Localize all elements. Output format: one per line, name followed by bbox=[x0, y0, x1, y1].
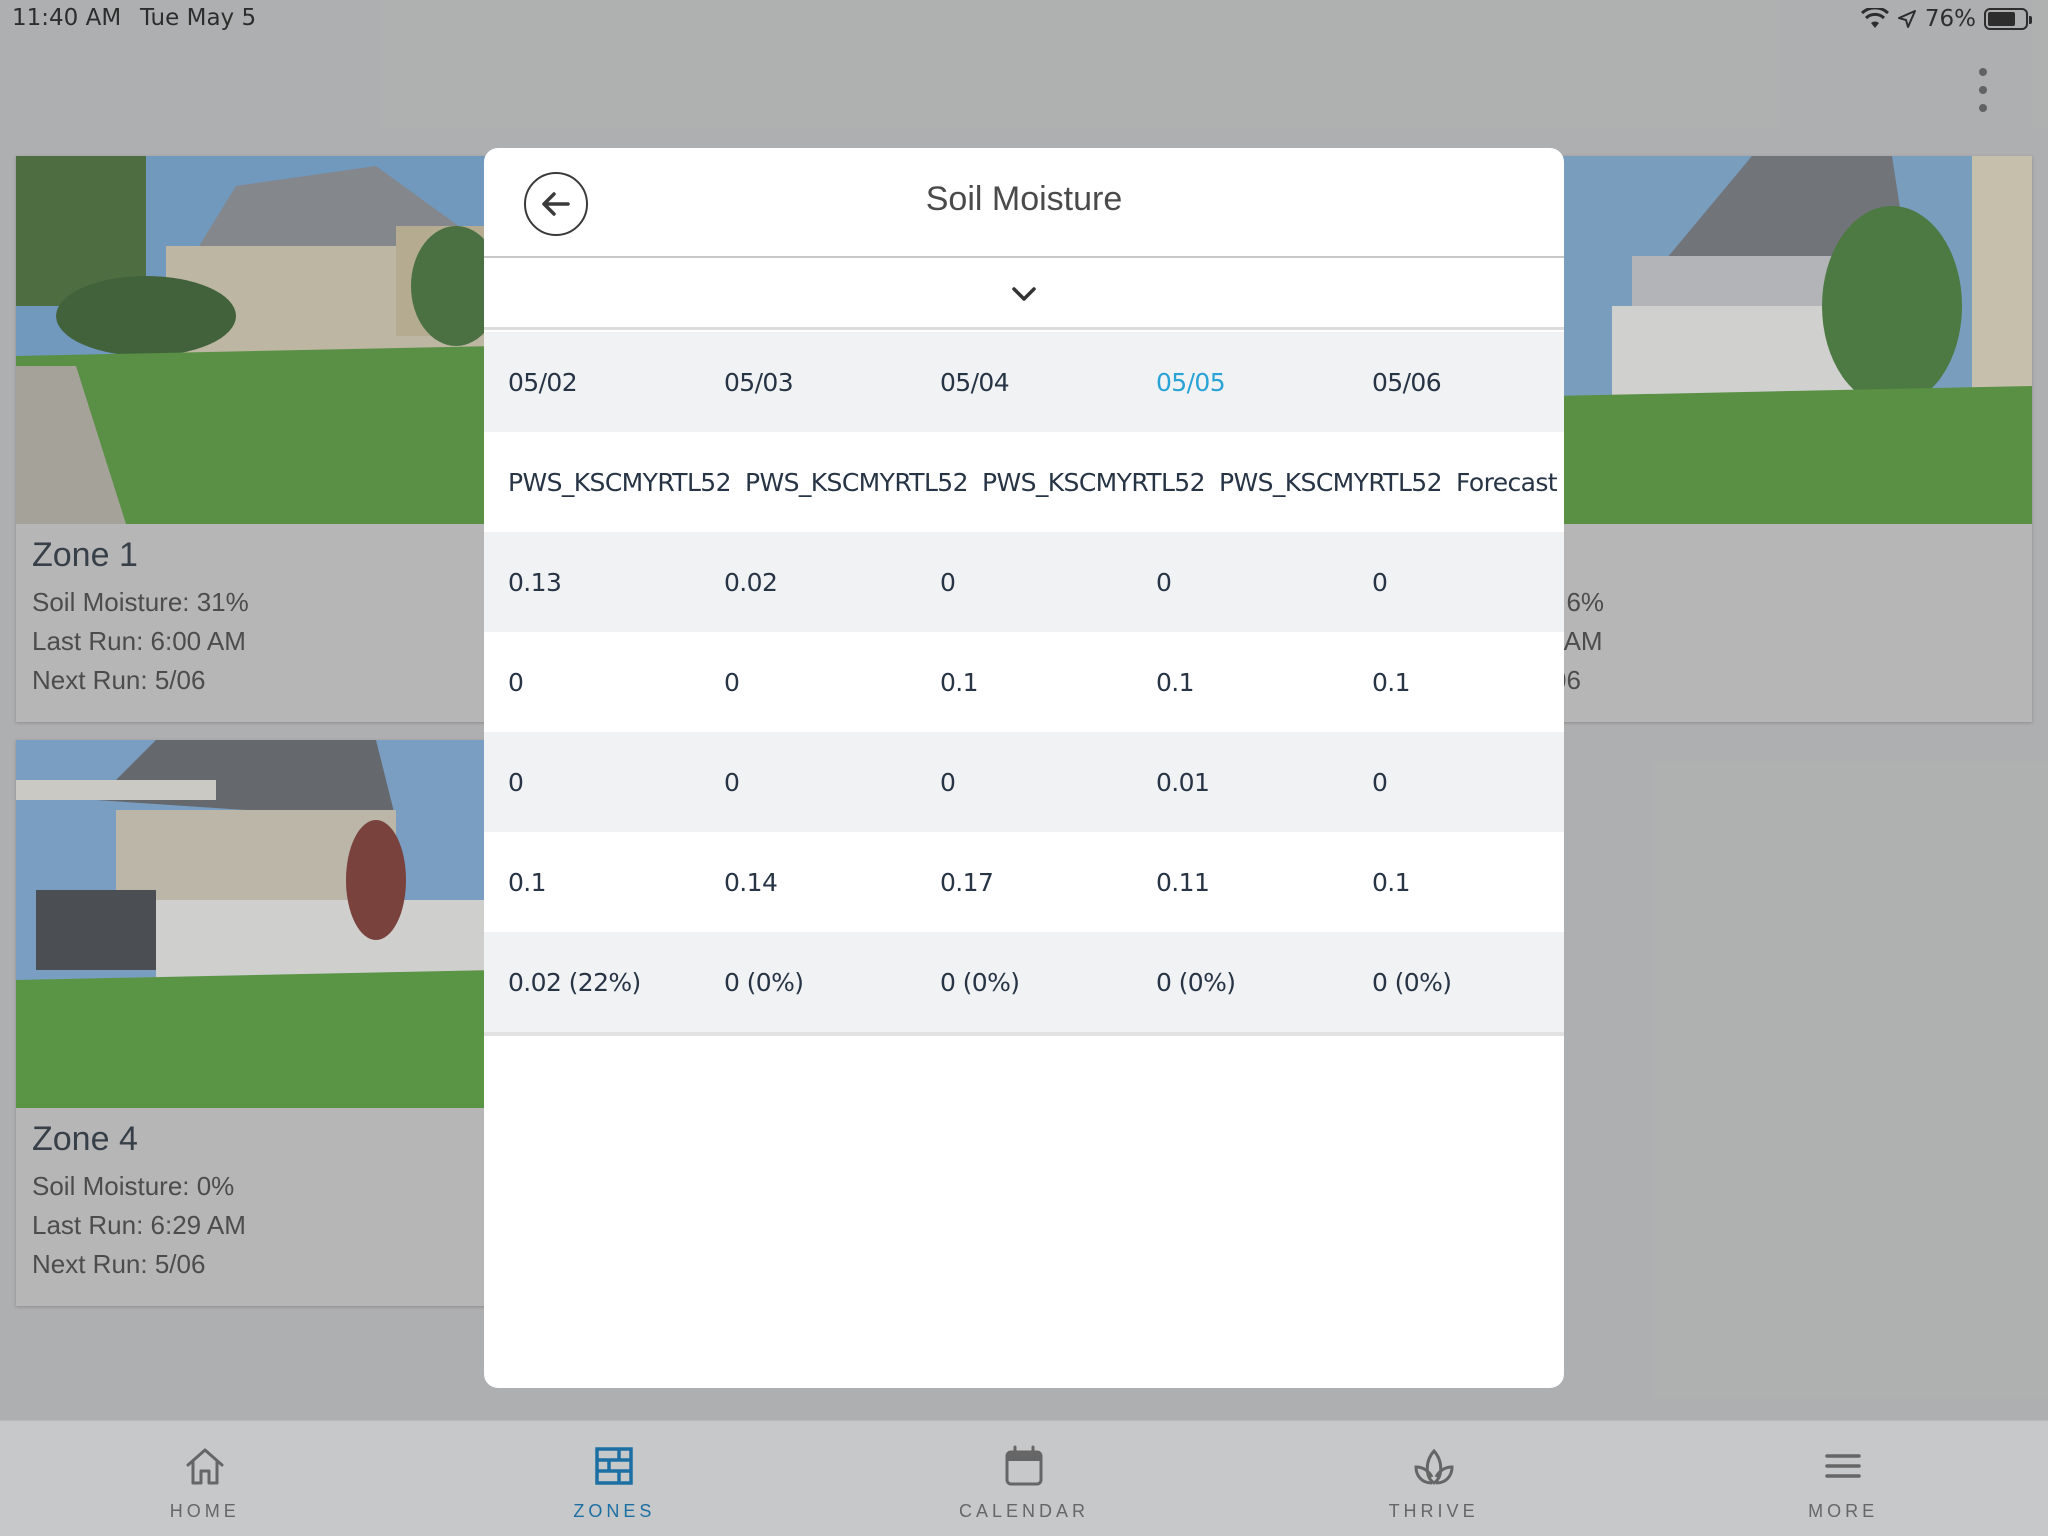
date-cell-today[interactable]: 05/05 bbox=[1132, 368, 1348, 397]
table-cell: 0 (0%) bbox=[1372, 967, 1452, 997]
table-cell: 0.1 bbox=[1372, 867, 1411, 897]
tab-label: THRIVE bbox=[1388, 1501, 1479, 1521]
table-cell: 0 bbox=[940, 767, 956, 797]
collapse-toggle[interactable] bbox=[484, 260, 1564, 330]
table-cell: 0.1 bbox=[1372, 667, 1411, 697]
table-cell: 0 bbox=[1156, 567, 1172, 597]
table-cell: 0.13 bbox=[508, 567, 562, 597]
table-cell: PWS_KSCMYRTL52 bbox=[982, 467, 1205, 497]
table-cell: 0 bbox=[508, 767, 524, 797]
date-cell[interactable]: 05/06 bbox=[1348, 368, 1564, 397]
calendar-icon bbox=[1005, 1445, 1043, 1486]
table-cell: 0 (0%) bbox=[1156, 967, 1236, 997]
table-cell: 0.14 bbox=[724, 867, 778, 897]
table-row: 0.13 0.02 0 0 0 bbox=[484, 532, 1564, 632]
tab-label: HOME bbox=[169, 1501, 240, 1521]
table-cell: 0 (0%) bbox=[940, 967, 1020, 997]
table-row: 0.1 0.14 0.17 0.11 0.1 bbox=[484, 832, 1564, 932]
table-divider bbox=[484, 1032, 1564, 1036]
date-cell[interactable]: 05/03 bbox=[700, 368, 916, 397]
menu-icon bbox=[1825, 1454, 1861, 1478]
table-row: PWS_KSCMYRTL52 PWS_KSCMYRTL52 PWS_KSCMYR… bbox=[484, 432, 1564, 532]
chevron-down-icon bbox=[1012, 286, 1036, 301]
date-cell[interactable]: 05/04 bbox=[916, 368, 1132, 397]
table-cell: 0.17 bbox=[940, 867, 994, 897]
home-icon bbox=[186, 1448, 224, 1485]
tab-zones[interactable]: ZONES bbox=[410, 1421, 820, 1536]
table-cell: 0 bbox=[508, 667, 524, 697]
table-cell: 0.01 bbox=[1156, 767, 1210, 797]
soil-moisture-modal: Soil Moisture 05/02 05/03 05/04 05/05 05… bbox=[484, 148, 1564, 1388]
soil-moisture-table: 05/02 05/03 05/04 05/05 05/06 PWS_KSCMYR… bbox=[484, 332, 1564, 1036]
table-cell: 0.1 bbox=[508, 867, 547, 897]
tab-label: ZONES bbox=[573, 1501, 656, 1521]
table-cell: 0 bbox=[1372, 567, 1388, 597]
table-cell: PWS_KSCMYRTL52 bbox=[1219, 467, 1442, 497]
tab-calendar[interactable]: CALENDAR bbox=[819, 1421, 1229, 1536]
date-row: 05/02 05/03 05/04 05/05 05/06 bbox=[484, 332, 1564, 432]
plant-icon bbox=[1414, 1448, 1454, 1485]
table-cell: 0.1 bbox=[940, 667, 979, 697]
tab-label: MORE bbox=[1808, 1501, 1879, 1521]
modal-header: Soil Moisture bbox=[484, 148, 1564, 258]
table-cell: 0 bbox=[940, 567, 956, 597]
modal-title: Soil Moisture bbox=[925, 180, 1123, 218]
table-row: 0 0 0 0.01 0 bbox=[484, 732, 1564, 832]
table-cell: PWS_KSCMYRTL52 bbox=[508, 467, 731, 497]
tab-home[interactable]: HOME bbox=[0, 1421, 410, 1536]
table-cell: 0 (0%) bbox=[724, 967, 804, 997]
table-row: 0.02 (22%) 0 (0%) 0 (0%) 0 (0%) 0 (0%) bbox=[484, 932, 1564, 1032]
bottom-tab-bar: HOME ZONES CALENDAR THRIVE MORE bbox=[0, 1420, 2048, 1536]
table-cell: 0.11 bbox=[1156, 867, 1210, 897]
table-cell: 0 bbox=[724, 767, 740, 797]
table-cell: 0 bbox=[724, 667, 740, 697]
table-cell: 0.02 bbox=[724, 567, 778, 597]
date-cell[interactable]: 05/02 bbox=[484, 368, 700, 397]
table-cell: 0.1 bbox=[1156, 667, 1195, 697]
tab-label: CALENDAR bbox=[958, 1501, 1089, 1521]
table-cell: 0 bbox=[1372, 767, 1388, 797]
table-cell: 0.02 (22%) bbox=[508, 967, 641, 997]
tab-thrive[interactable]: THRIVE bbox=[1229, 1421, 1639, 1536]
tab-more[interactable]: MORE bbox=[1638, 1421, 2048, 1536]
table-cell: Forecast bbox=[1456, 467, 1558, 497]
table-cell: PWS_KSCMYRTL52 bbox=[745, 467, 968, 497]
table-row: 0 0 0.1 0.1 0.1 bbox=[484, 632, 1564, 732]
zones-icon bbox=[595, 1447, 634, 1485]
